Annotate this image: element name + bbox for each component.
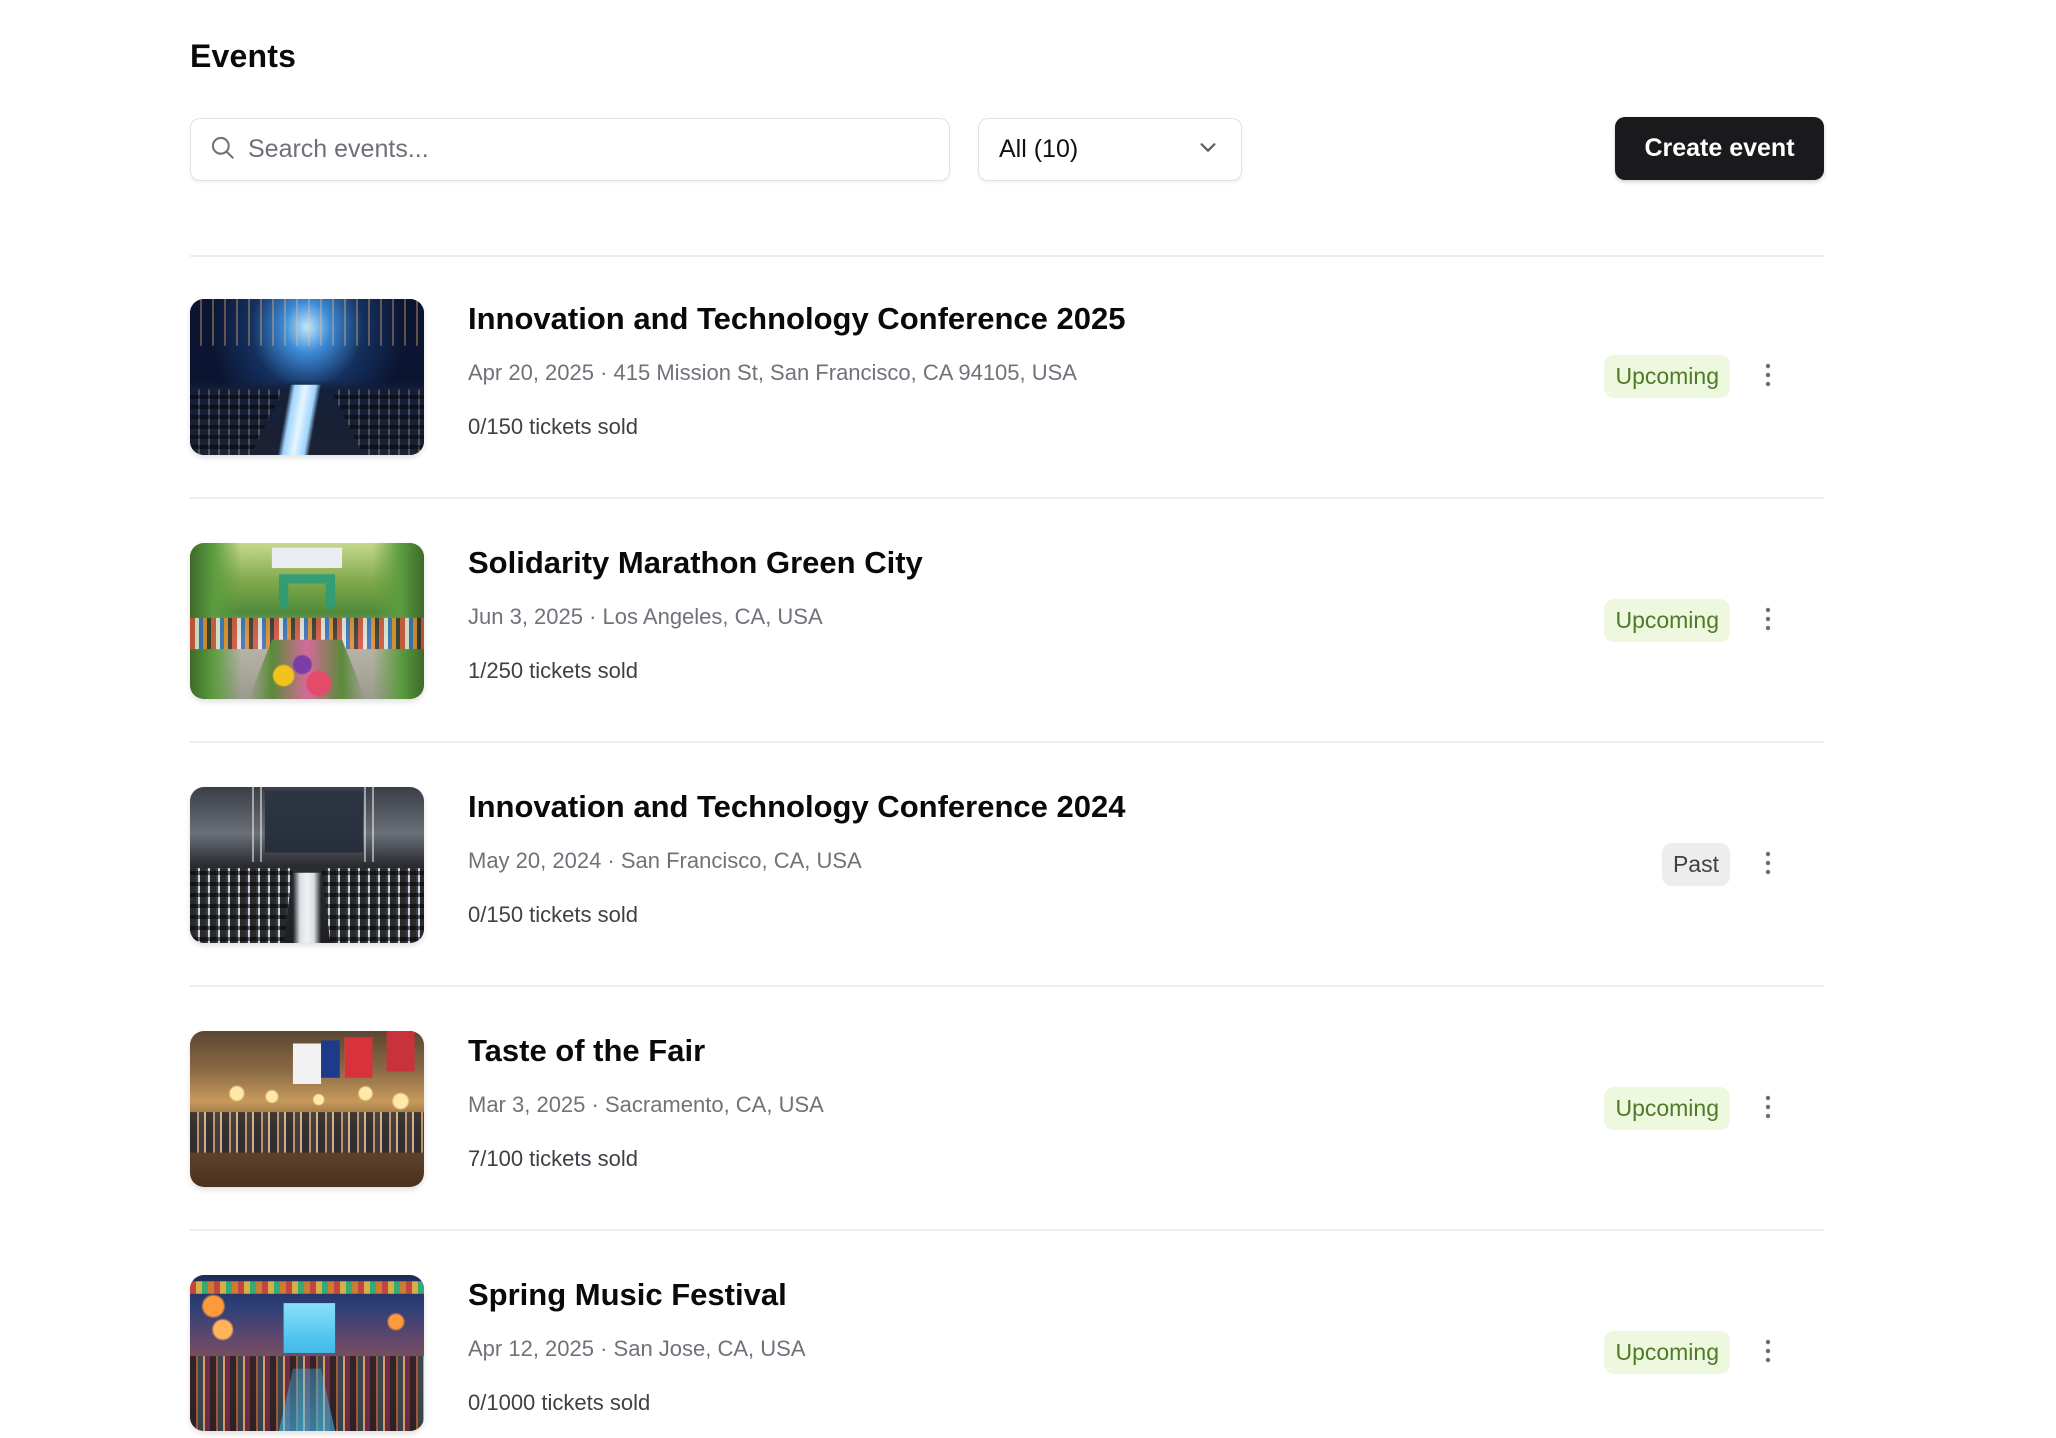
event-row[interactable]: Taste of the Fair Mar 3, 2025 · Sacramen… bbox=[190, 1031, 1824, 1187]
event-title[interactable]: Taste of the Fair bbox=[468, 1033, 705, 1069]
event-row[interactable]: Innovation and Technology Conference 202… bbox=[190, 299, 1824, 455]
event-date-location: Mar 3, 2025 · Sacramento, CA, USA bbox=[468, 1092, 824, 1117]
row-menu-button[interactable] bbox=[1746, 355, 1790, 399]
status-filter-value: All (10) bbox=[999, 135, 1079, 163]
event-thumbnail bbox=[190, 787, 424, 943]
event-row[interactable]: Spring Music Festival Apr 12, 2025 · San… bbox=[190, 1275, 1824, 1431]
event-tickets-sold: 0/150 tickets sold bbox=[468, 902, 638, 927]
row-menu-button[interactable] bbox=[1746, 843, 1790, 887]
event-tickets-sold: 1/250 tickets sold bbox=[468, 658, 638, 683]
event-tickets-sold: 7/100 tickets sold bbox=[468, 1146, 638, 1171]
event-row[interactable]: Innovation and Technology Conference 202… bbox=[190, 787, 1824, 943]
more-vertical-icon bbox=[1764, 606, 1772, 637]
event-title[interactable]: Innovation and Technology Conference 202… bbox=[468, 789, 1125, 825]
more-vertical-icon bbox=[1764, 1094, 1772, 1125]
search-input[interactable] bbox=[248, 135, 928, 164]
row-divider bbox=[190, 1229, 1824, 1231]
event-thumbnail bbox=[190, 1275, 424, 1431]
more-vertical-icon bbox=[1764, 362, 1772, 393]
create-event-button[interactable]: Create event bbox=[1615, 117, 1824, 180]
event-title[interactable]: Solidarity Marathon Green City bbox=[468, 545, 923, 581]
row-divider bbox=[190, 741, 1824, 743]
status-filter-select[interactable]: All (10) bbox=[978, 118, 1242, 181]
row-divider bbox=[190, 497, 1824, 499]
row-menu-button[interactable] bbox=[1746, 1087, 1790, 1131]
event-tickets-sold: 0/150 tickets sold bbox=[468, 414, 638, 439]
event-date-location: Jun 3, 2025 · Los Angeles, CA, USA bbox=[468, 604, 823, 629]
event-thumbnail bbox=[190, 543, 424, 699]
more-vertical-icon bbox=[1764, 850, 1772, 881]
event-date-location: Apr 20, 2025 · 415 Mission St, San Franc… bbox=[468, 360, 1077, 385]
row-menu-button[interactable] bbox=[1746, 1331, 1790, 1375]
page-title: Events bbox=[190, 38, 297, 74]
event-tickets-sold: 0/1000 tickets sold bbox=[468, 1390, 651, 1415]
status-badge: Upcoming bbox=[1604, 599, 1730, 642]
chevron-down-icon bbox=[1197, 136, 1219, 163]
row-divider bbox=[190, 985, 1824, 987]
event-date-location: Apr 12, 2025 · San Jose, CA, USA bbox=[468, 1336, 806, 1361]
status-badge: Past bbox=[1661, 843, 1730, 886]
event-thumbnail bbox=[190, 1031, 424, 1187]
row-menu-button[interactable] bbox=[1746, 599, 1790, 643]
more-vertical-icon bbox=[1764, 1338, 1772, 1369]
event-date-location: May 20, 2024 · San Francisco, CA, USA bbox=[468, 848, 862, 873]
search-icon bbox=[209, 134, 236, 166]
status-badge: Upcoming bbox=[1604, 355, 1730, 398]
status-badge: Upcoming bbox=[1604, 1087, 1730, 1130]
event-thumbnail bbox=[190, 299, 424, 455]
event-title[interactable]: Spring Music Festival bbox=[468, 1277, 787, 1313]
search-field[interactable] bbox=[190, 118, 950, 181]
status-badge: Upcoming bbox=[1604, 1331, 1730, 1374]
header-divider bbox=[190, 255, 1824, 257]
event-row[interactable]: Solidarity Marathon Green City Jun 3, 20… bbox=[190, 543, 1824, 699]
event-title[interactable]: Innovation and Technology Conference 202… bbox=[468, 301, 1125, 337]
